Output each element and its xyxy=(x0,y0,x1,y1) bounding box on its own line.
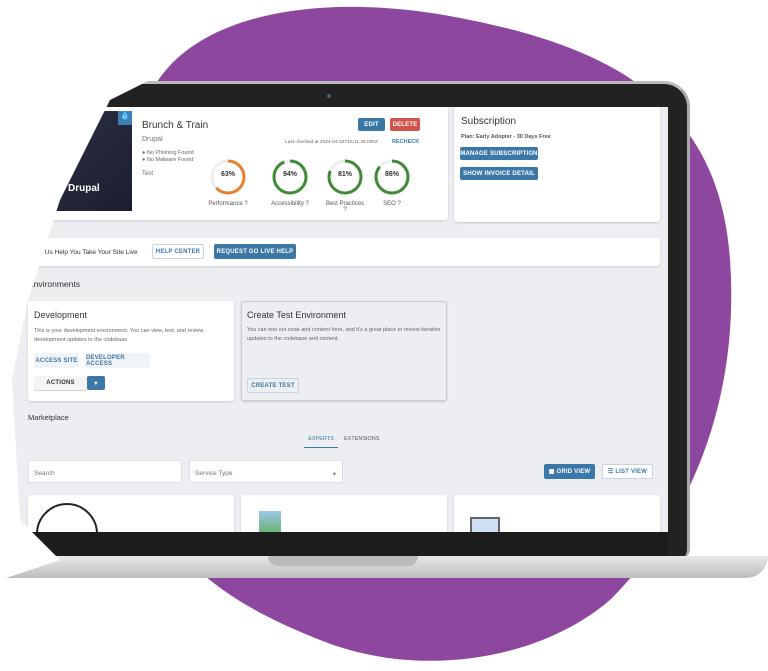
left-white-cutout xyxy=(0,0,190,580)
